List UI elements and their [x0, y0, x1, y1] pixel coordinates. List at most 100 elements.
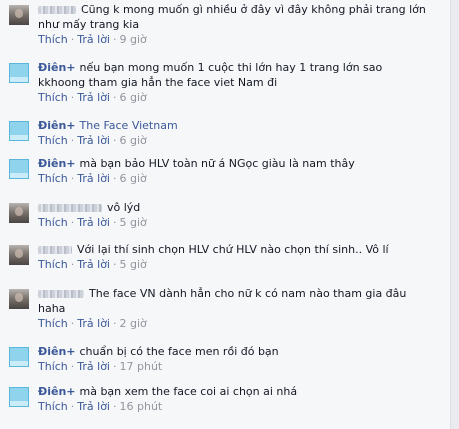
comment-line: Với lại thí sinh chọn HLV chứ HLV nào ch… — [38, 242, 447, 257]
like-button[interactable]: Thích — [38, 317, 68, 330]
separator-dot: · — [70, 216, 75, 229]
like-button[interactable]: Thích — [38, 258, 68, 271]
author-name-blurred[interactable] — [38, 290, 84, 298]
comment-text: vô lýd — [107, 201, 141, 214]
comment-text: kkhoong tham gia hẳn the face viet Nam đ… — [38, 76, 278, 89]
comment-text: nếu bạn mong muốn 1 cuộc thi lớn hay 1 t… — [79, 61, 383, 74]
avatar[interactable] — [9, 63, 29, 83]
avatar[interactable] — [9, 245, 29, 265]
reply-button[interactable]: Trả lời — [77, 360, 110, 373]
like-button[interactable]: Thích — [38, 134, 68, 147]
timestamp[interactable]: 17 phút — [120, 360, 163, 373]
author-name-blurred[interactable] — [38, 204, 102, 212]
avatar[interactable] — [9, 203, 29, 223]
avatar[interactable] — [9, 121, 29, 141]
comment-text: mà bạn bảo HLV toàn nữ á NGọc giàu là na… — [79, 157, 355, 170]
reply-button[interactable]: Trả lời — [77, 134, 110, 147]
page-link[interactable]: The Face Vietnam — [80, 119, 178, 132]
scrollbar-track[interactable] — [450, 0, 459, 429]
separator-dot: · — [113, 91, 117, 104]
separator-dot: · — [113, 33, 117, 46]
comment-body: Điên+ nếu bạn mong muốn 1 cuộc thi lớn ha… — [38, 60, 447, 105]
separator-dot: · — [70, 400, 75, 413]
timestamp[interactable]: 5 giờ — [120, 258, 147, 271]
author-name-blurred[interactable] — [38, 6, 76, 14]
comment-body: Cũng k mong muốn gì nhiều ở đây vì đây k… — [38, 2, 447, 47]
comment-body: Điên+ mà bạn bảo HLV toàn nữ á NGọc giàu … — [38, 156, 447, 186]
comment-text: mà bạn xem the face coi ai chọn ai nhá — [79, 385, 298, 398]
timestamp[interactable]: 9 giờ — [120, 33, 147, 46]
comment-body: Điên+ The Face Vietnam Thích · Trả lời · 6 giờ — [38, 118, 447, 148]
comment-actions: Thích · Trả lời · 6 giờ — [38, 172, 447, 186]
avatar-strip — [10, 401, 28, 406]
avatar-face-icon — [15, 293, 23, 302]
like-button[interactable]: Thích — [38, 400, 68, 413]
avatar[interactable] — [9, 289, 29, 309]
comment-line: Điên+ chuẩn bị có the face men rồi đó bạn — [38, 344, 447, 359]
comment-text: như mấy trang kia — [38, 18, 140, 31]
author-name-blurred[interactable] — [38, 246, 72, 254]
comment-actions: Thích · Trả lời · 5 giờ — [38, 216, 447, 230]
comment-line: như mấy trang kia — [38, 17, 447, 32]
timestamp[interactable]: 6 giờ — [120, 91, 147, 104]
separator-dot: · — [70, 317, 75, 330]
timestamp[interactable]: 6 giờ — [120, 172, 147, 185]
comment-author[interactable]: Điên+ — [38, 345, 76, 358]
comment-actions: Thích · Trả lời · 5 giờ — [38, 258, 447, 272]
comment-body: The face VN dành hẳn cho nữ k có nam nào… — [38, 286, 447, 331]
avatar[interactable] — [9, 347, 29, 367]
comment-author[interactable]: Điên+ — [38, 119, 76, 132]
timestamp[interactable]: 5 giờ — [120, 216, 147, 229]
comment-line: The face VN dành hẳn cho nữ k có nam nào… — [38, 286, 447, 301]
reply-button[interactable]: Trả lời — [77, 216, 110, 229]
comment-line: Điên+ mà bạn bảo HLV toàn nữ á NGọc giàu … — [38, 156, 447, 171]
reply-button[interactable]: Trả lời — [77, 91, 110, 104]
separator-dot: · — [70, 33, 75, 46]
comment-body: Với lại thí sinh chọn HLV chứ HLV nào ch… — [38, 242, 447, 272]
comment-line: Cũng k mong muốn gì nhiều ở đây vì đây k… — [38, 2, 447, 17]
avatar[interactable] — [9, 5, 29, 25]
comment-text: The face VN dành hẳn cho nữ k có nam nào… — [89, 287, 407, 300]
comment-actions: Thích · Trả lời · 6 giờ — [38, 134, 447, 148]
comment-line: vô lýd — [38, 200, 447, 215]
avatar-strip — [10, 135, 28, 140]
reply-button[interactable]: Trả lời — [77, 400, 110, 413]
comment-actions: Thích · Trả lời · 17 phút — [38, 360, 447, 374]
comment-actions: Thích · Trả lời · 6 giờ — [38, 91, 447, 105]
avatar-strip — [10, 361, 28, 366]
like-button[interactable]: Thích — [38, 172, 68, 185]
reply-button[interactable]: Trả lời — [77, 317, 110, 330]
separator-dot: · — [70, 91, 75, 104]
comment-body: Điên+ mà bạn xem the face coi ai chọn ai … — [38, 384, 447, 414]
reply-button[interactable]: Trả lời — [77, 33, 110, 46]
separator-dot: · — [113, 134, 117, 147]
avatar-strip — [10, 173, 28, 178]
avatar[interactable] — [9, 387, 29, 407]
reply-button[interactable]: Trả lời — [77, 172, 110, 185]
separator-dot: · — [70, 134, 75, 147]
comment-body: vô lýd Thích · Trả lời · 5 giờ — [38, 200, 447, 230]
separator-dot: · — [113, 400, 117, 413]
separator-dot: · — [113, 258, 117, 271]
comment-line: Điên+ mà bạn xem the face coi ai chọn ai … — [38, 384, 447, 399]
like-button[interactable]: Thích — [38, 33, 68, 46]
separator-dot: · — [70, 258, 75, 271]
reply-button[interactable]: Trả lời — [77, 258, 110, 271]
separator-dot: · — [113, 317, 117, 330]
timestamp[interactable]: 16 phút — [120, 400, 163, 413]
avatar[interactable] — [9, 159, 29, 179]
timestamp[interactable]: 2 giờ — [120, 317, 147, 330]
like-button[interactable]: Thích — [38, 216, 68, 229]
separator-dot: · — [70, 360, 75, 373]
comment-author[interactable]: Điên+ — [38, 157, 76, 170]
avatar-face-icon — [15, 9, 23, 18]
comment-text: Cũng k mong muốn gì nhiều ở đây vì đây k… — [81, 3, 426, 16]
comment-actions: Thích · Trả lời · 2 giờ — [38, 317, 447, 331]
separator-dot: · — [113, 172, 117, 185]
comment-author[interactable]: Điên+ — [38, 385, 76, 398]
timestamp[interactable]: 6 giờ — [120, 134, 147, 147]
like-button[interactable]: Thích — [38, 91, 68, 104]
comment-text: chuẩn bị có the face men rồi đó bạn — [79, 345, 279, 358]
like-button[interactable]: Thích — [38, 360, 68, 373]
comment-author[interactable]: Điên+ — [38, 61, 76, 74]
